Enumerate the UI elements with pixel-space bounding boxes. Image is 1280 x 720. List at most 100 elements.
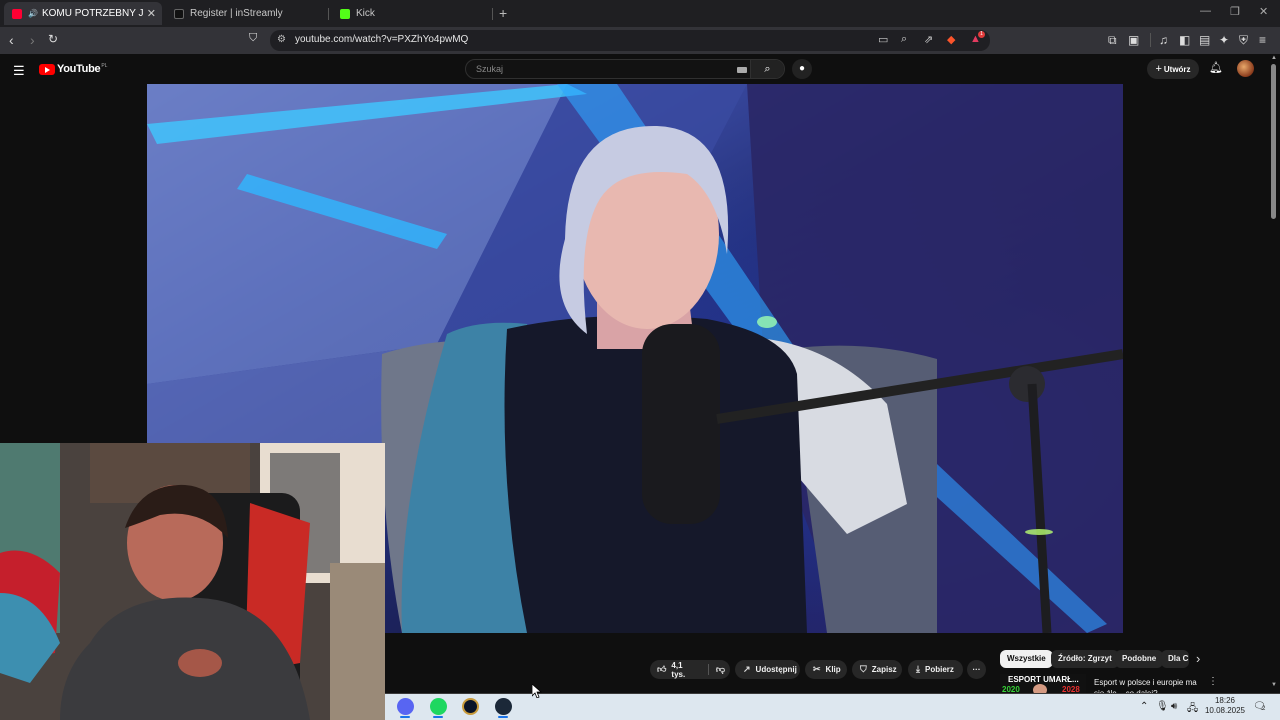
search-box[interactable]: Szukaj ⌕ xyxy=(465,59,785,79)
back-icon[interactable]: ‹ xyxy=(9,32,14,48)
tray-overflow-icon[interactable]: ⌃ xyxy=(1140,701,1148,712)
spotify-icon[interactable] xyxy=(430,698,447,715)
tab-title: Register | inStreamly xyxy=(190,8,283,19)
like-dislike-group: 👍︎ 4,1 tys. 👎︎ xyxy=(650,660,730,679)
menu-icon[interactable]: ≡ xyxy=(1259,33,1266,47)
minimize-button[interactable]: — xyxy=(1200,5,1211,17)
share-button[interactable]: ↗ Udostępnij xyxy=(735,660,800,679)
wallet-icon[interactable]: ▤ xyxy=(1199,33,1210,47)
tab-youtube[interactable]: 🔊 KOMU POTRZEBNY JEST FEMINIZM? ✕ xyxy=(4,2,162,25)
extensions-icon[interactable]: ⧉ xyxy=(1108,33,1117,48)
share-arrow-icon: ↗ xyxy=(743,664,751,674)
media-icon[interactable]: ♫ xyxy=(1159,33,1168,47)
omnibox[interactable]: ⚙ youtube.com/watch?v=PXZhYo4pwMQ ▭ ⌕ ⇗ … xyxy=(270,30,990,51)
speaker-icon: 🔊 xyxy=(28,9,38,18)
sidebar-icon[interactable]: ◧ xyxy=(1179,33,1190,47)
chip-source[interactable]: Źródło: Zgrzyt xyxy=(1051,650,1119,668)
account-avatar[interactable] xyxy=(1237,60,1254,77)
reload-icon[interactable]: ↻ xyxy=(48,32,58,46)
keyboard-icon[interactable] xyxy=(737,67,747,73)
save-button[interactable]: ⛉ Zapisz xyxy=(852,660,902,679)
tab-kick[interactable]: Kick xyxy=(332,2,492,25)
clip-label: Klip xyxy=(825,665,841,674)
like-divider xyxy=(707,664,709,675)
download-button[interactable]: ⤓ Pobierz xyxy=(908,660,963,679)
network-icon[interactable]: 🖧 xyxy=(1187,701,1198,718)
more-icon: ··· xyxy=(972,665,981,674)
clock-date: 10.08.2025 xyxy=(1204,706,1246,715)
sidepanel-icon[interactable]: ▣ xyxy=(1128,33,1139,47)
progress-track xyxy=(385,693,1280,694)
tab-instreamly[interactable]: Register | inStreamly xyxy=(166,2,326,25)
country-code: PL xyxy=(101,63,108,69)
maximize-button[interactable]: ❐ xyxy=(1230,5,1240,18)
steam-icon[interactable] xyxy=(495,698,512,715)
tab-divider xyxy=(492,8,493,20)
discord-active-indicator xyxy=(400,716,410,718)
search-button[interactable]: ⌕ xyxy=(750,60,784,78)
clock-time: 18:26 xyxy=(1214,696,1236,705)
tab-title: Kick xyxy=(356,8,375,19)
browser-tab-bar: 🔊 KOMU POTRZEBNY JEST FEMINIZM? ✕ Regist… xyxy=(0,0,1280,27)
toolbar-divider xyxy=(1150,33,1151,47)
save-label: Zapisz xyxy=(871,665,897,674)
bookmark-save-icon: ⛉ xyxy=(860,664,867,674)
plus-icon: + xyxy=(1155,63,1162,75)
more-actions-button[interactable]: ··· xyxy=(967,660,986,679)
url-text[interactable]: youtube.com/watch?v=PXZhYo4pwMQ xyxy=(295,34,468,45)
address-toolbar: ‹ › ↻ ⛉ ⚙ youtube.com/watch?v=PXZhYo4pwM… xyxy=(0,27,1280,54)
share-icon[interactable]: ⇗ xyxy=(924,33,933,46)
bookmark-icon[interactable]: ⛉ xyxy=(249,32,257,45)
cast-icon[interactable]: ▭ xyxy=(878,33,888,46)
scrollbar-thumb[interactable] xyxy=(1271,64,1276,219)
hamburger-menu-icon[interactable]: ☰ xyxy=(13,63,25,79)
tab-divider xyxy=(328,8,329,20)
youtube-play-icon xyxy=(39,63,55,75)
search-input[interactable]: Szukaj xyxy=(476,64,503,74)
new-tab-button[interactable]: + xyxy=(499,5,507,21)
create-label: Utwórz xyxy=(1163,65,1191,74)
page-scrollbar[interactable]: ▲ ▼ xyxy=(1270,55,1277,692)
microphone-tray-icon[interactable]: 🎙︎ xyxy=(1156,701,1169,712)
chip-similar[interactable]: Podobne xyxy=(1115,650,1164,668)
site-info-icon[interactable]: ⚙ xyxy=(277,34,286,45)
tab-title: KOMU POTRZEBNY JEST FEMINIZM? xyxy=(41,8,144,19)
youtube-favicon-icon xyxy=(12,8,22,19)
chip-for-you[interactable]: Dla C xyxy=(1161,650,1189,668)
brave-shields-icon[interactable]: ◆ xyxy=(947,33,955,46)
volume-icon[interactable]: 🔊︎ xyxy=(1171,701,1177,712)
steam-active-indicator xyxy=(498,716,508,718)
spotify-active-indicator xyxy=(433,716,443,718)
vpn-icon[interactable]: ⛨ xyxy=(1239,33,1248,48)
discord-icon[interactable] xyxy=(397,698,414,715)
league-of-legends-icon[interactable] xyxy=(462,698,479,715)
leo-ai-icon[interactable]: ✦ xyxy=(1219,33,1229,47)
thumbs-up-icon[interactable]: 👍︎ xyxy=(657,664,666,675)
thumbs-down-icon[interactable]: 👎︎ xyxy=(716,664,725,675)
search-icon: ⌕ xyxy=(764,63,771,75)
webcam-feed xyxy=(0,443,385,720)
like-count[interactable]: 4,1 tys. xyxy=(671,661,697,679)
taskbar-clock[interactable]: 18:26 10.08.2025 xyxy=(1204,696,1246,716)
scroll-up-icon[interactable]: ▲ xyxy=(1271,55,1277,61)
voice-search-button[interactable]: ● xyxy=(792,59,812,79)
youtube-logo[interactable]: YouTube PL xyxy=(39,63,107,75)
chips-next-icon[interactable]: › xyxy=(1196,651,1200,666)
rewards-badge: 1 xyxy=(978,31,985,38)
close-window-button[interactable]: ✕ xyxy=(1259,5,1268,18)
download-label: Pobierz xyxy=(924,665,954,674)
instreamly-favicon-icon xyxy=(174,8,184,19)
recommendation-menu-icon[interactable]: ⋮ xyxy=(1208,676,1218,687)
thumb-caption: ESPORT UMARŁ... xyxy=(1008,675,1079,684)
notifications-bell-icon[interactable]: 🔔︎ xyxy=(1209,61,1223,74)
create-button[interactable]: + Utwórz xyxy=(1147,59,1199,79)
forward-icon[interactable]: › xyxy=(30,32,35,48)
download-icon: ⤓ xyxy=(916,664,920,674)
webcam-overlay xyxy=(0,443,385,720)
scroll-down-icon[interactable]: ▼ xyxy=(1271,682,1277,688)
close-tab-icon[interactable]: ✕ xyxy=(147,7,156,20)
share-label: Udostępnij xyxy=(755,665,797,674)
zoom-icon[interactable]: ⌕ xyxy=(901,33,907,46)
clip-button[interactable]: ✂ Klip xyxy=(805,660,847,679)
chip-all[interactable]: Wszystkie xyxy=(1000,650,1053,668)
